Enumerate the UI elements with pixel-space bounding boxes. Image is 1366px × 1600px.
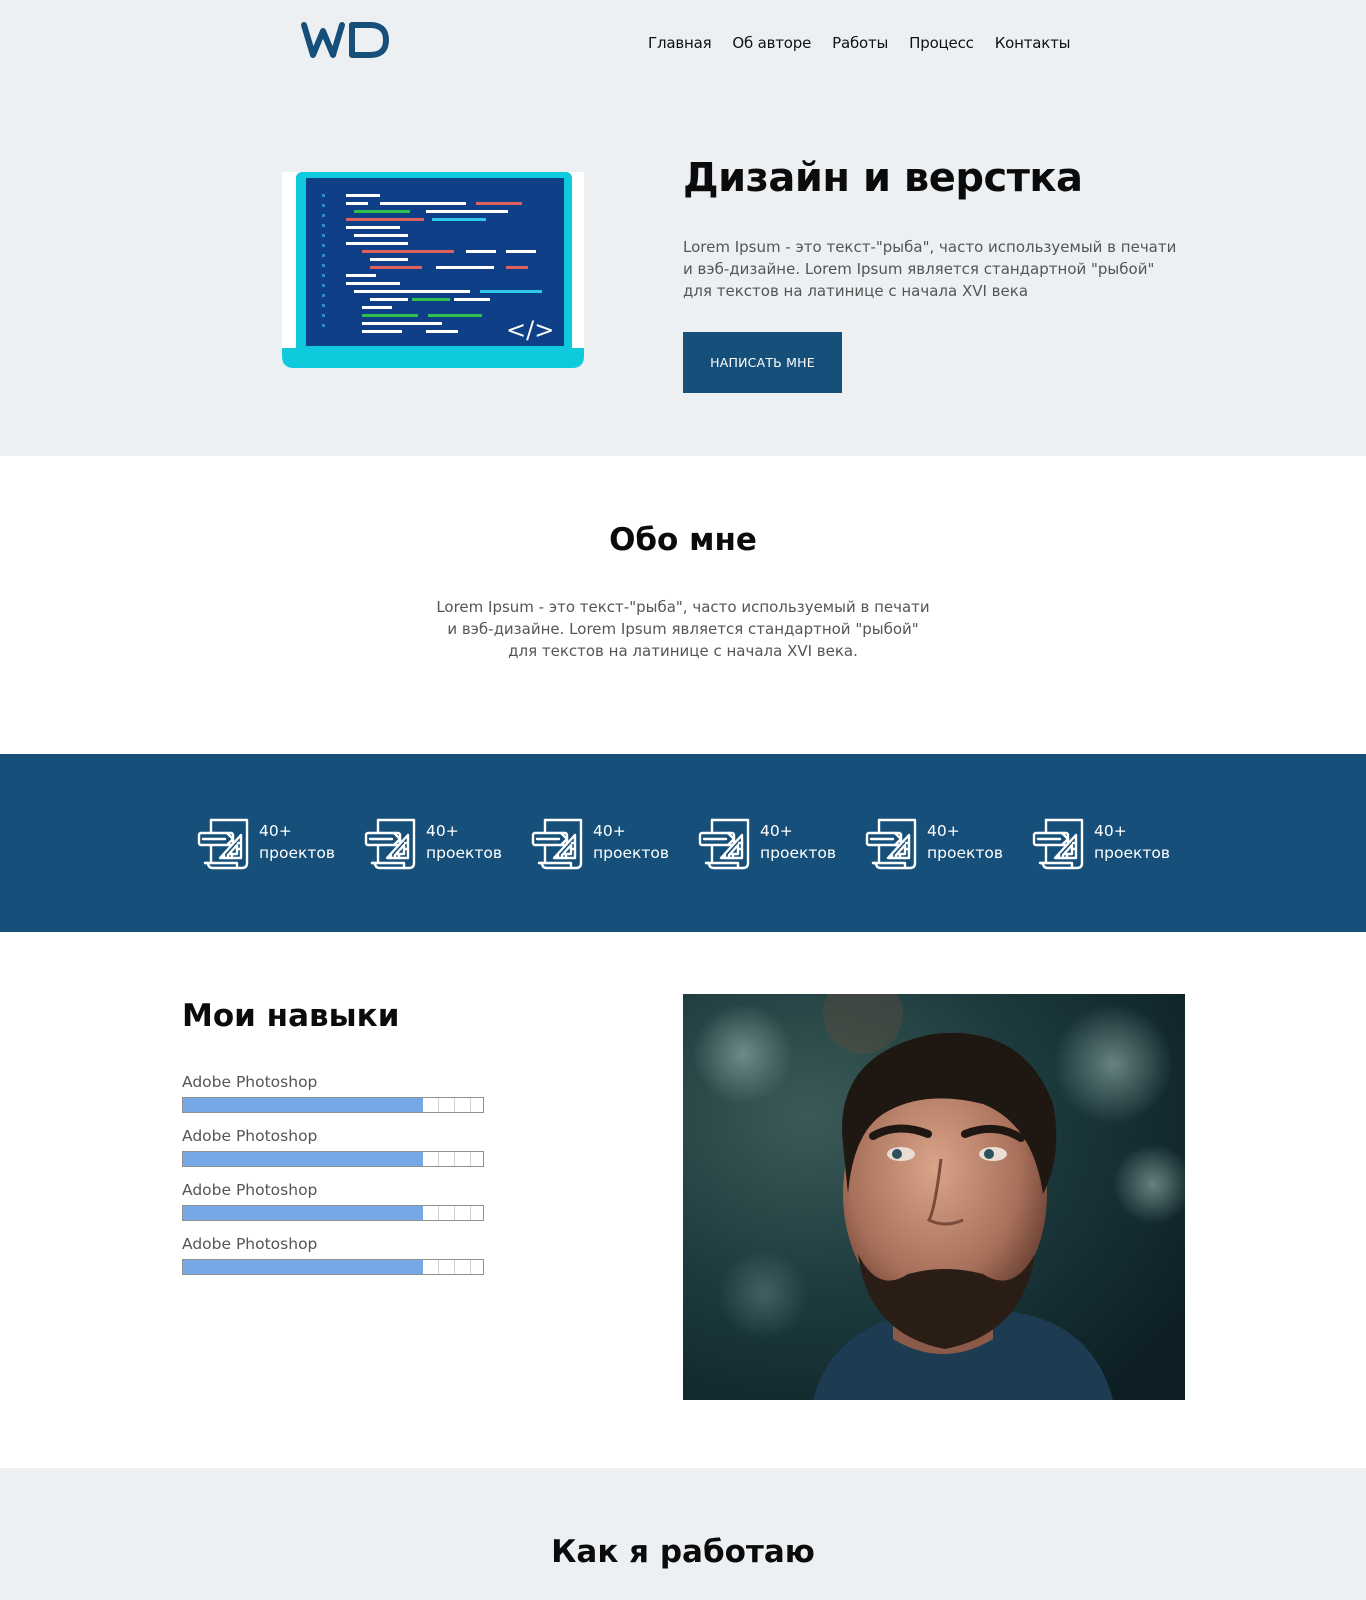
stat-label: проектов [927, 844, 1004, 862]
skill-bar [182, 1205, 484, 1221]
skill-label: Adobe Photoshop [182, 1235, 318, 1253]
skill-bar-fill [183, 1098, 423, 1112]
stat-value: 40+ [593, 822, 626, 840]
stat-item: 40+ проектов [698, 816, 836, 872]
about-section: Обо мне Lorem Ipsum - это текст-"рыба", … [0, 456, 1366, 754]
stat-value: 40+ [1094, 822, 1127, 840]
stat-value: 40+ [426, 822, 459, 840]
blueprint-icon [364, 818, 416, 870]
logo-mark [301, 22, 389, 58]
write-me-button[interactable]: НАПИСАТЬ МНЕ [683, 332, 842, 393]
nav-link-home[interactable]: Главная [648, 34, 712, 52]
skills-title: Мои навыки [182, 998, 400, 1034]
nav-link-contacts[interactable]: Контакты [995, 34, 1071, 52]
blueprint-icon [531, 818, 583, 870]
stat-item: 40+ проектов [197, 816, 335, 872]
skill-item: Adobe Photoshop [182, 1234, 484, 1275]
blueprint-icon [1032, 818, 1084, 870]
stat-item: 40+ проектов [364, 816, 502, 872]
stat-item: 40+ проектов [1032, 816, 1170, 872]
hero-text: Lorem Ipsum - это текст-"рыба", часто ис… [683, 238, 1177, 300]
skill-bar [182, 1151, 484, 1167]
skill-label: Adobe Photoshop [182, 1181, 318, 1199]
nav-link-works[interactable]: Работы [832, 34, 888, 52]
about-title: Обо мне [609, 522, 757, 558]
process-section: Как я работаю [0, 1468, 1366, 1600]
stat-label: проектов [426, 844, 503, 862]
nav-link-process[interactable]: Процесс [909, 34, 974, 52]
stat-label: проектов [259, 844, 336, 862]
stats-band: 40+ проектов 40+ проектов 40+ проектов 4… [0, 754, 1366, 932]
logo[interactable] [300, 17, 392, 63]
stat-value: 40+ [927, 822, 960, 840]
laptop-illustration: </> [282, 170, 584, 370]
skill-bar-fill [183, 1206, 423, 1220]
blueprint-icon [197, 818, 249, 870]
stat-value: 40+ [760, 822, 793, 840]
blueprint-icon [865, 818, 917, 870]
skill-bar-fill [183, 1152, 423, 1166]
skill-label: Adobe Photoshop [182, 1127, 318, 1145]
skill-bar [182, 1097, 484, 1113]
author-photo [683, 974, 1193, 1400]
skill-label: Adobe Photoshop [182, 1073, 318, 1091]
hero-section: Главная Об авторе Работы Процесс Контакт… [0, 0, 1366, 456]
stat-label: проектов [760, 844, 837, 862]
skills-section: Мои навыки Adobe Photoshop Adobe Photosh… [0, 932, 1366, 1468]
stat-label: проектов [593, 844, 670, 862]
skill-bar [182, 1259, 484, 1275]
stat-item: 40+ проектов [865, 816, 1003, 872]
skill-item: Adobe Photoshop [182, 1180, 484, 1221]
code-glyph: </> [506, 316, 554, 344]
hero-title: Дизайн и верстка [683, 155, 1083, 201]
blueprint-icon [698, 818, 750, 870]
stat-value: 40+ [259, 822, 292, 840]
skill-item: Adobe Photoshop [182, 1126, 484, 1167]
about-text: Lorem Ipsum - это текст-"рыба", часто ис… [436, 598, 930, 660]
nav-link-author[interactable]: Об авторе [732, 34, 811, 52]
stat-item: 40+ проектов [531, 816, 669, 872]
skill-item: Adobe Photoshop [182, 1072, 484, 1113]
process-title: Как я работаю [551, 1534, 815, 1570]
skill-bar-fill [183, 1260, 423, 1274]
stat-label: проектов [1094, 844, 1171, 862]
main-nav: Главная Об авторе Работы Процесс Контакт… [648, 34, 1070, 52]
